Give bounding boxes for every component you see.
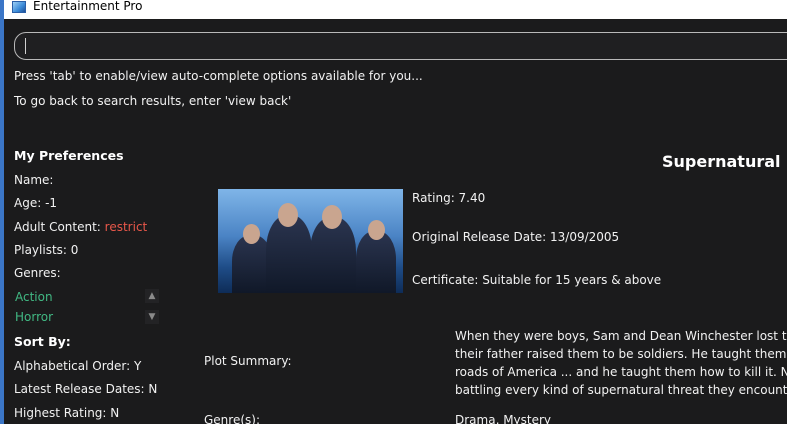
pref-adult-content: Adult Content: restrict <box>14 220 147 234</box>
search-input[interactable] <box>14 32 787 60</box>
preferences-heading: My Preferences <box>14 148 124 163</box>
show-rating: Rating: 7.40 <box>412 191 486 205</box>
adult-content-value[interactable]: restrict <box>105 220 148 234</box>
adult-content-label: Adult Content: <box>14 220 101 234</box>
view-back-hint: To go back to search results, enter 'vie… <box>14 94 292 108</box>
pref-genres: Genres: <box>14 266 61 280</box>
title-bar: Entertainment Pro <box>0 0 787 19</box>
plot-summary-text: When they were boys, Sam and Dean Winche… <box>455 327 787 399</box>
scroll-up-icon[interactable]: ▲ <box>145 289 159 303</box>
text-caret <box>25 38 26 54</box>
show-poster <box>218 189 403 293</box>
genres-value: Drama, Mystery <box>455 413 552 424</box>
sort-alphabetical: Alphabetical Order: Y <box>14 359 142 373</box>
genre-list-item[interactable]: Action <box>15 290 53 304</box>
autocomplete-hint: Press 'tab' to enable/view auto-complete… <box>14 69 423 83</box>
sort-highest-rating: Highest Rating: N <box>14 406 120 420</box>
show-title: Supernatural <box>662 152 781 171</box>
genre-list-item[interactable]: Horror <box>15 310 53 324</box>
scroll-down-icon[interactable]: ▼ <box>145 310 159 324</box>
plot-summary-label: Plot Summary: <box>204 354 292 368</box>
plot-line: roads of America ... and he taught them … <box>455 365 787 379</box>
pref-age: Age: -1 <box>14 196 58 210</box>
app-icon <box>12 1 26 13</box>
sort-latest: Latest Release Dates: N <box>14 382 158 396</box>
plot-line: battling every kind of supernatural thre… <box>455 383 787 397</box>
show-certificate: Certificate: Suitable for 15 years & abo… <box>412 273 662 287</box>
genres-label: Genre(s): <box>204 413 260 424</box>
sort-heading: Sort By: <box>14 334 71 349</box>
plot-line: their father raised them to be soldiers.… <box>455 347 787 361</box>
window-edge <box>0 0 4 424</box>
show-release-date: Original Release Date: 13/09/2005 <box>412 230 620 244</box>
pref-playlists: Playlists: 0 <box>14 243 79 257</box>
window-title: Entertainment Pro <box>33 0 143 13</box>
pref-name: Name: <box>14 173 54 187</box>
plot-line: When they were boys, Sam and Dean Winche… <box>455 329 787 343</box>
